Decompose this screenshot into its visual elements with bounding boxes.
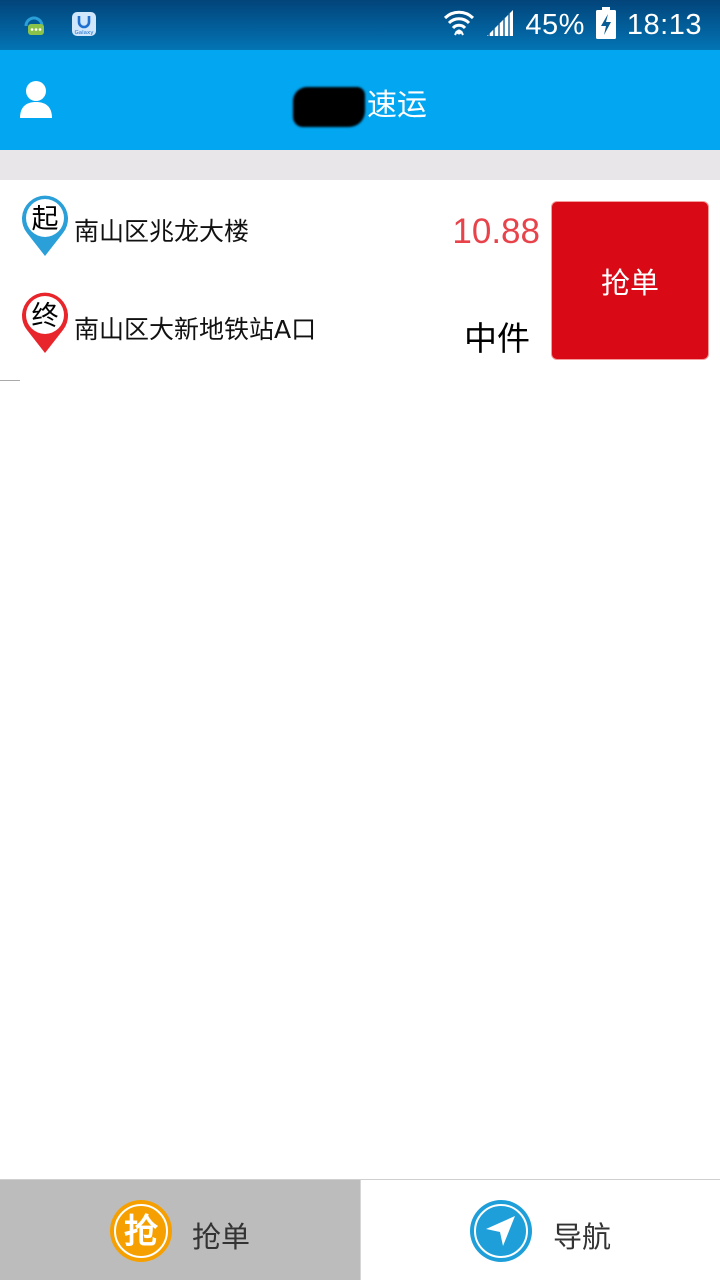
order-price: 10.88 (452, 212, 540, 251)
grab-icon-text: 抢 (124, 1212, 159, 1252)
app-header: 速运 (0, 50, 720, 150)
package-size: 中件 (464, 319, 530, 358)
battery-charging-icon (595, 6, 617, 44)
start-pin-icon: 起 (19, 195, 71, 257)
bottom-nav: 抢 抢单 导航 (0, 1179, 720, 1280)
order-list-item[interactable]: 起 南山区兆龙大楼 终 南山区大新地铁站A口 10.88 中件 抢单 (0, 180, 720, 380)
page-title-text: 速运 (367, 88, 427, 123)
redacted-brand (293, 86, 365, 127)
wifi-icon (443, 7, 475, 43)
list-divider (0, 380, 20, 381)
grab-order-button[interactable]: 抢单 (551, 201, 709, 360)
status-bar: Galaxy 45% 18:13 (0, 0, 720, 50)
clock-time: 18:13 (626, 8, 702, 41)
galaxy-label: Galaxy (74, 30, 94, 36)
tab-navigate-label: 导航 (553, 1220, 612, 1254)
chat-app-icon (20, 10, 48, 38)
grab-order-icon: 抢 (109, 1199, 173, 1263)
tab-grab-order-label: 抢单 (192, 1220, 251, 1254)
page-title: 速运 (0, 80, 720, 127)
end-pin-icon: 终 (19, 292, 71, 354)
end-badge-text: 终 (32, 301, 59, 332)
galaxy-app-icon: Galaxy (70, 10, 98, 38)
battery-percent: 45% (525, 8, 585, 41)
end-address: 南山区大新地铁站A口 (74, 315, 317, 344)
tab-navigate[interactable]: 导航 (360, 1180, 720, 1280)
tab-grab-order[interactable]: 抢 抢单 (0, 1180, 360, 1280)
start-address: 南山区兆龙大楼 (74, 217, 250, 246)
list-top-spacer (0, 150, 720, 180)
signal-icon (485, 8, 515, 42)
start-badge-text: 起 (32, 204, 59, 235)
navigation-arrow-icon (469, 1199, 533, 1263)
